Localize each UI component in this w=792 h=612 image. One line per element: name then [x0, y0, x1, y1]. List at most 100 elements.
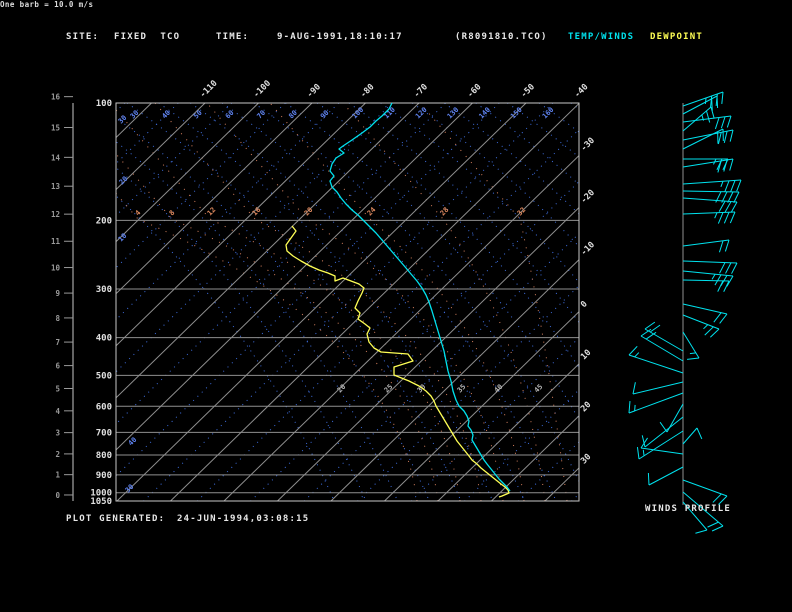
right-temp-label: 10	[579, 348, 593, 362]
wind-barb-tick	[704, 326, 714, 336]
isotherm-dotted-line	[0, 103, 18, 501]
wind-barbs	[628, 91, 742, 534]
wind-barb-staff	[682, 479, 728, 497]
wind-barb-tick	[645, 331, 657, 340]
right-temp-label: 30	[579, 452, 593, 466]
wind-barb-staff	[648, 466, 684, 486]
wind-barb-tick	[723, 280, 730, 292]
isotherm-line	[0, 103, 98, 501]
wind-barb-tick	[632, 382, 636, 395]
height-km-label: 11	[51, 237, 61, 246]
wind-barb-tick	[729, 211, 736, 224]
edge-blue-label: 20	[118, 175, 130, 187]
skewt-grid	[0, 103, 579, 501]
pressure-label: 900	[96, 471, 112, 481]
edge-blue-label: 30	[117, 114, 129, 126]
isotherm-line	[384, 311, 579, 501]
mid-gray-label: 20	[336, 383, 348, 395]
wind-barb-tick	[724, 180, 730, 193]
wind-barb-tick	[714, 274, 722, 286]
wind-barb-tick	[711, 525, 724, 532]
pressure-label: 700	[96, 428, 112, 438]
top-temp-label: -110	[198, 79, 220, 101]
wind-barb-tick	[717, 280, 724, 292]
isotherm-line	[116, 103, 313, 295]
wind-barb-tick	[724, 239, 730, 252]
isotherm-line	[116, 103, 366, 347]
dry-adiabat-label: 50	[192, 109, 204, 121]
isotherm-dotted-line	[410, 337, 579, 501]
moist-adiabat-label: 20	[303, 206, 315, 218]
height-km-label: 15	[51, 124, 60, 133]
isotherm-line	[170, 103, 579, 501]
isotherm-dotted-line	[464, 389, 579, 501]
dry-adiabat-label: 30	[129, 109, 141, 121]
moist-adiabat-line	[116, 192, 418, 501]
wind-barb-tick	[730, 180, 736, 192]
isotherm-line	[277, 206, 579, 501]
moist-adiabat-label: 24	[366, 206, 378, 218]
wind-barb-half-tick	[720, 181, 724, 188]
isotherm-line	[116, 103, 206, 191]
wind-barb-staff	[682, 260, 738, 264]
dry-adiabat-label: 100	[351, 106, 366, 121]
moist-adiabat-label: 28	[439, 206, 451, 218]
wind-barb-tick	[729, 129, 734, 142]
moist-adiabat-line	[342, 103, 546, 501]
dry-adiabat-line	[116, 141, 399, 501]
wind-barb-tick	[720, 116, 726, 129]
top-temp-label: -40	[573, 82, 591, 100]
wind-barb-tick	[649, 324, 661, 333]
wind-barb-tick	[695, 529, 708, 534]
wind-barb-half-tick	[642, 449, 645, 456]
wind-barb-tick	[723, 212, 730, 224]
top-temp-label: -80	[359, 82, 377, 100]
wind-barb-staff	[682, 427, 698, 445]
moist-adiabat-line	[206, 103, 504, 501]
pressure-label: 500	[96, 371, 112, 381]
dry-adiabat-label: 140	[477, 106, 492, 121]
pressure-label: 800	[96, 451, 112, 461]
wind-barb-tick	[719, 262, 726, 274]
wind-barb-tick	[712, 493, 722, 503]
height-km-label: 7	[55, 338, 60, 347]
wind-barb-staff	[628, 392, 684, 414]
wind-barb-tick	[724, 201, 732, 213]
isotherm-dotted-line	[116, 103, 179, 165]
dry-adiabat-line	[116, 167, 367, 501]
wind-barb-half-tick	[704, 97, 707, 104]
dry-adiabat-line	[475, 103, 579, 186]
wind-barb-tick	[719, 313, 728, 324]
pressure-label: 400	[96, 334, 112, 344]
height-km-label: 10	[51, 264, 61, 273]
isotherm-dotted-line	[116, 103, 340, 321]
wind-barb-tick	[721, 91, 724, 104]
top-temp-label: -70	[412, 82, 430, 100]
wind-barb-staff	[638, 430, 684, 460]
wind-barb-tick	[640, 328, 652, 337]
height-km-label: 5	[55, 385, 60, 394]
right-temp-label: -10	[579, 240, 597, 258]
isotherm-line	[491, 415, 579, 501]
isotherm-dotted-line	[357, 285, 579, 501]
mid-gray-label: 35	[456, 383, 468, 395]
wind-barb-tick	[687, 357, 700, 360]
mid-gray-label: 25	[383, 383, 395, 395]
moist-adiabat-line	[419, 103, 568, 501]
moist-adiabat-label: 4	[134, 209, 143, 218]
pressure-label: 100	[96, 99, 112, 109]
dry-adiabat-label: 40	[160, 109, 172, 121]
wind-barb-tick	[723, 131, 728, 143]
wind-barb-tick	[716, 95, 719, 109]
right-temp-label: 20	[579, 400, 593, 414]
right-temp-label: 0	[579, 299, 590, 310]
dry-adiabat-label: 90	[319, 109, 331, 121]
wind-barb-tick	[725, 262, 732, 274]
wind-barb-staff	[682, 211, 736, 215]
height-km-label: 13	[51, 182, 61, 191]
wind-barb-half-tick	[703, 324, 709, 330]
edge-blue-label: 10	[117, 232, 129, 244]
skewt-screen: SITE: FIXED TCO TIME: 9-AUG-1991,18:10:1…	[0, 0, 792, 612]
wind-barb-tick	[733, 191, 740, 204]
height-km-label: 14	[51, 153, 61, 162]
